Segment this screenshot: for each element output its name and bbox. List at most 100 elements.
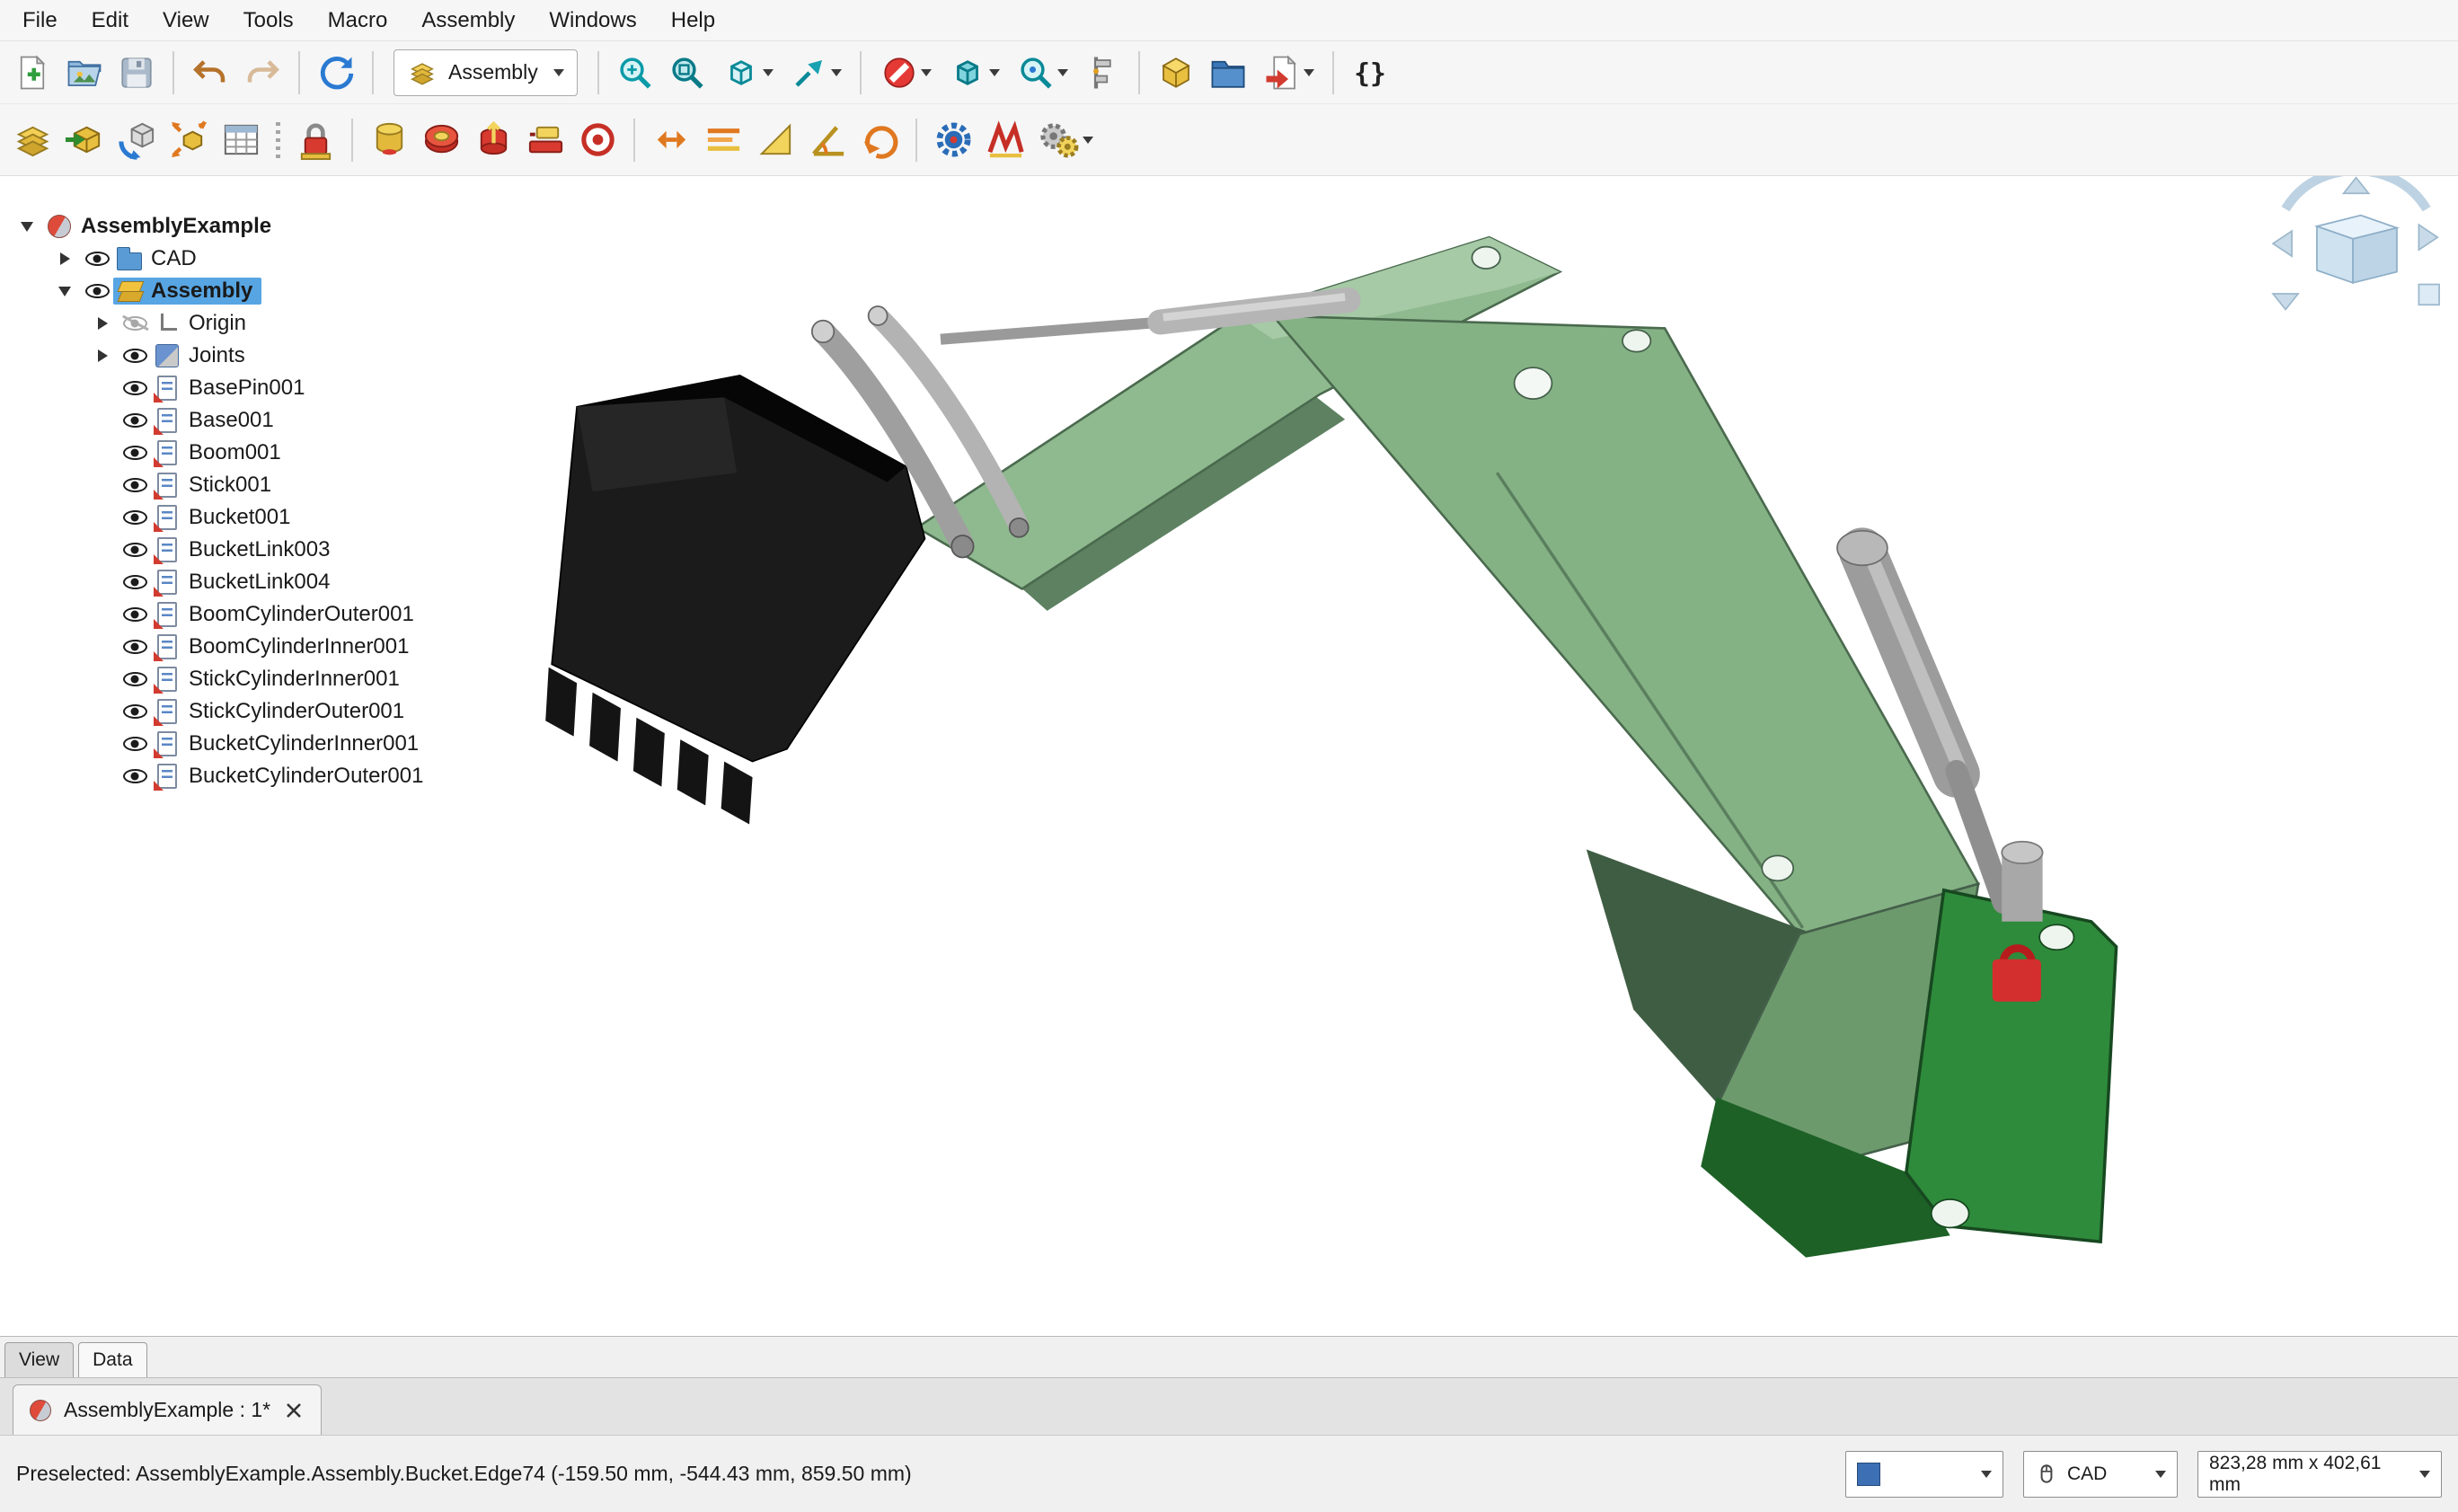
toggle-grounded-button[interactable] [290, 114, 340, 166]
create-group-button[interactable] [1203, 47, 1253, 99]
fit-all-button[interactable] [610, 47, 660, 99]
measure-button[interactable] [1077, 47, 1127, 99]
create-part-button[interactable] [1151, 47, 1201, 99]
tree-item-assembly[interactable]: Assembly [0, 275, 575, 307]
document-tab-assemblyexample[interactable]: AssemblyExample : 1* [13, 1384, 322, 1435]
make-link-button[interactable] [1255, 47, 1322, 99]
visibility-eye-icon[interactable] [123, 575, 147, 589]
menu-tools[interactable]: Tools [226, 0, 311, 40]
visibility-eye-icon[interactable] [123, 510, 147, 525]
configurations-button[interactable] [1032, 114, 1099, 166]
visibility-eye-icon[interactable] [123, 640, 147, 654]
menu-assembly[interactable]: Assembly [404, 0, 532, 40]
align-horizontal-button[interactable] [698, 114, 748, 166]
expression-editor-button[interactable]: {} [1345, 47, 1395, 99]
tree-item-origin[interactable]: Origin [0, 307, 575, 340]
visibility-eye-icon[interactable] [123, 737, 147, 751]
caret-down-icon[interactable] [58, 287, 71, 296]
tree-item-bucket001[interactable]: Bucket001 [0, 501, 575, 534]
close-tab-button[interactable] [283, 1400, 305, 1421]
menu-macro[interactable]: Macro [311, 0, 405, 40]
tree-item-boomcylinderinner001[interactable]: BoomCylinderInner001 [0, 631, 575, 663]
menu-help[interactable]: Help [654, 0, 732, 40]
create-revolute-joint-button[interactable] [416, 114, 466, 166]
save-button[interactable] [111, 47, 162, 99]
create-fixed-joint-button[interactable] [364, 114, 414, 166]
isometric-view-button[interactable] [714, 47, 781, 99]
zoom-selection-button[interactable] [662, 47, 712, 99]
move-part-button[interactable] [646, 114, 696, 166]
viewport-size-selector[interactable]: 823,28 mm x 402,61 mm [2197, 1451, 2442, 1498]
draw-style-icon [949, 54, 986, 92]
visibility-eye-icon[interactable] [123, 349, 147, 363]
toolbar-grip[interactable] [276, 122, 280, 158]
visibility-eye-icon[interactable] [123, 607, 147, 622]
caret-right-icon[interactable] [98, 317, 108, 330]
create-assembly-button[interactable] [7, 114, 57, 166]
base-part[interactable] [1906, 890, 2117, 1242]
base-pin-cylinder[interactable] [2002, 842, 2042, 922]
tree-item-bucketcylinderouter001[interactable]: BucketCylinderOuter001 [0, 760, 575, 792]
create-simulation-button[interactable] [928, 114, 978, 166]
refresh-button[interactable] [311, 47, 361, 99]
caret-down-icon[interactable] [21, 222, 33, 232]
visibility-eye-icon[interactable] [123, 769, 147, 783]
trace-path-button[interactable] [980, 114, 1030, 166]
bill-of-materials-button[interactable] [216, 114, 266, 166]
view-style-selector[interactable] [1845, 1451, 2003, 1498]
angle-measure-button[interactable] [750, 114, 800, 166]
caret-right-icon[interactable] [98, 349, 108, 362]
draw-style-button[interactable] [941, 47, 1007, 99]
menu-windows[interactable]: Windows [532, 0, 653, 40]
visibility-eye-icon[interactable] [123, 478, 147, 492]
menu-file[interactable]: File [5, 0, 75, 40]
new-document-button[interactable] [7, 47, 57, 99]
toggle-clipping-button[interactable] [872, 47, 939, 99]
stick-hole [1762, 855, 1793, 880]
menu-view[interactable]: View [146, 0, 226, 40]
visibility-eye-icon[interactable] [123, 704, 147, 719]
tree-item-stickcylinderouter001[interactable]: StickCylinderOuter001 [0, 695, 575, 728]
menu-edit[interactable]: Edit [75, 0, 146, 40]
tab-view[interactable]: View [4, 1342, 74, 1377]
tree-item-bucketlink004[interactable]: BucketLink004 [0, 566, 575, 598]
tree-item-boomcylinderouter001[interactable]: BoomCylinderOuter001 [0, 598, 575, 631]
visibility-eye-icon[interactable] [123, 446, 147, 460]
tree-item-cad[interactable]: CAD [0, 243, 575, 275]
tree-item-basepin001[interactable]: BasePin001 [0, 372, 575, 404]
navigation-cube[interactable] [2273, 176, 2439, 309]
visibility-eye-icon[interactable] [85, 284, 110, 298]
visibility-eye-icon[interactable] [123, 413, 147, 428]
tree-item-bucketlink003[interactable]: BucketLink003 [0, 534, 575, 566]
visibility-eye-icon[interactable] [123, 543, 147, 557]
visibility-eye-icon[interactable] [123, 381, 147, 395]
tree-item-stickcylinderinner001[interactable]: StickCylinderInner001 [0, 663, 575, 695]
undo-button[interactable] [185, 47, 235, 99]
redo-button[interactable] [237, 47, 287, 99]
navigation-cursor-button[interactable] [782, 47, 849, 99]
tree-item-bucketcylinderinner001[interactable]: BucketCylinderInner001 [0, 728, 575, 760]
insert-component-button[interactable] [59, 114, 110, 166]
visibility-eye-off-icon[interactable] [123, 316, 147, 331]
visibility-eye-icon[interactable] [85, 252, 110, 266]
solve-assembly-button[interactable] [111, 114, 162, 166]
caret-right-icon[interactable] [60, 252, 70, 265]
bucket-part[interactable] [545, 376, 924, 825]
navigation-style-selector[interactable]: CAD [2023, 1451, 2178, 1498]
visibility-eye-icon[interactable] [123, 672, 147, 686]
create-distance-joint-button[interactable] [572, 114, 623, 166]
open-document-button[interactable] [59, 47, 110, 99]
tree-item-stick001[interactable]: Stick001 [0, 469, 575, 501]
tree-item-root[interactable]: AssemblyExample [0, 210, 575, 243]
tab-data[interactable]: Data [78, 1342, 146, 1377]
tree-item-boom001[interactable]: Boom001 [0, 437, 575, 469]
create-slider-joint-button[interactable] [520, 114, 570, 166]
tree-item-joints[interactable]: Joints [0, 340, 575, 372]
angle-button[interactable] [802, 114, 853, 166]
exploded-view-button[interactable] [164, 114, 214, 166]
tree-item-base001[interactable]: Base001 [0, 404, 575, 437]
zoom-tools-button[interactable] [1009, 47, 1075, 99]
workbench-selector[interactable]: Assembly [393, 49, 578, 96]
create-cylindrical-joint-button[interactable] [468, 114, 518, 166]
rotate-part-button[interactable] [854, 114, 905, 166]
